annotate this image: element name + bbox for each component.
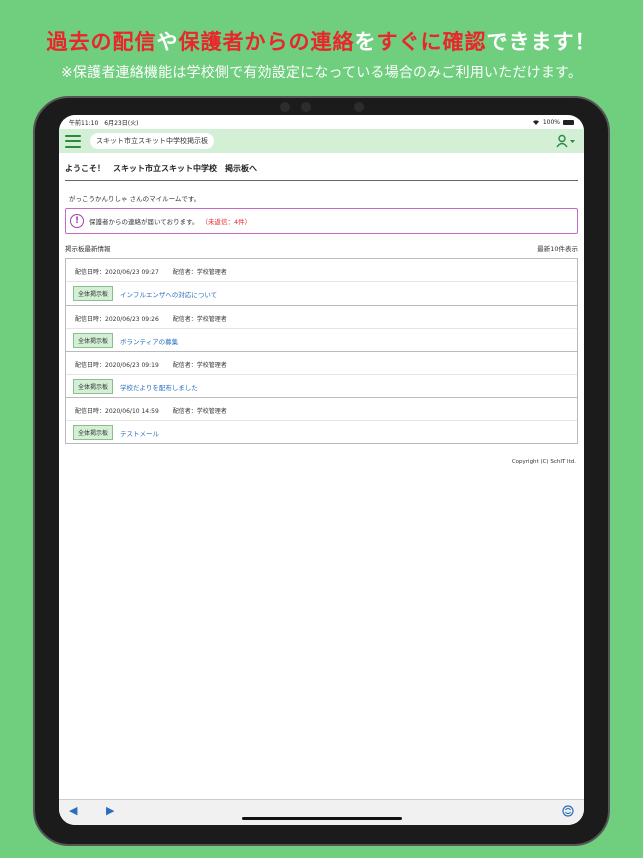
camera-dot xyxy=(301,102,311,112)
app-screen: 午前11:10 6月23日(火) 100% スキット市立スキット中学校掲示板 よ… xyxy=(59,115,584,825)
post-title-link[interactable]: 学校だよりを配布しました xyxy=(120,382,198,392)
battery-icon xyxy=(563,119,574,125)
board-badge: 全体掲示板 xyxy=(73,425,114,440)
post-item: 配信日時：2020/06/23 09:27 配信者：学校管理者 全体掲示板 インフル… xyxy=(66,259,577,305)
post-sender: 配信者：学校管理者 xyxy=(172,269,227,276)
parent-contact-alert[interactable]: ! 保護者からの連絡が届いております。 （未返信：4件） xyxy=(65,208,578,234)
camera-dot xyxy=(280,102,290,112)
board-section-title: 掲示板最新情報 xyxy=(65,245,111,253)
post-datetime: 配信日時：2020/06/10 14:59 xyxy=(75,408,159,415)
promo-part: 保護者からの連絡 xyxy=(178,30,355,54)
menu-icon[interactable] xyxy=(65,134,81,148)
forward-arrow-icon[interactable]: ▶ xyxy=(106,805,114,817)
post-datetime: 配信日時：2020/06/23 09:26 xyxy=(75,316,159,323)
welcome-heading: ようこそ！ スキット市立スキット中学校 掲示板へ xyxy=(65,163,578,181)
home-indicator xyxy=(242,817,402,820)
board-badge: 全体掲示板 xyxy=(73,286,114,301)
post-datetime: 配信日時：2020/06/23 09:19 xyxy=(75,362,159,369)
refresh-icon[interactable] xyxy=(562,805,574,817)
camera-dot xyxy=(354,102,364,112)
post-sender: 配信者：学校管理者 xyxy=(172,362,227,369)
browser-toolbar: ◀ ▶ xyxy=(59,799,584,825)
school-title: スキット市立スキット中学校掲示板 xyxy=(90,133,214,149)
board-count-label: 最新10件表示 xyxy=(537,245,578,253)
greeting-text: がっこうかんりしゃ さんのマイルームです。 xyxy=(69,195,201,203)
status-time: 午前11:10 6月23日(火) xyxy=(69,119,139,127)
promo-headline: 過去の配信や保護者からの連絡をすぐに確認できます！ xyxy=(0,26,643,56)
promo-part: を xyxy=(354,30,377,54)
promo-note: ※保護者連絡機能は学校側で有効設定になっている場合のみご利用いただけます。 xyxy=(60,65,583,81)
board-section-header: 掲示板最新情報 最新10件表示 xyxy=(65,243,578,253)
copyright: Copyright (C) SchIT ltd. xyxy=(511,459,576,465)
tablet-frame: 午前11:10 6月23日(火) 100% スキット市立スキット中学校掲示板 よ… xyxy=(33,96,610,846)
post-item: 配信日時：2020/06/23 09:19 配信者：学校管理者 全体掲示板 学校だよ… xyxy=(66,351,577,397)
status-bar: 午前11:10 6月23日(火) 100% xyxy=(59,115,584,129)
post-sender: 配信者：学校管理者 xyxy=(172,316,227,323)
status-right: 100% xyxy=(532,119,574,126)
post-title-link[interactable]: ボランティアの募集 xyxy=(120,336,178,346)
back-arrow-icon[interactable]: ◀ xyxy=(69,805,77,817)
exclamation-icon: ! xyxy=(70,214,84,228)
unread-count: （未返信：4件） xyxy=(201,218,252,226)
post-item: 配信日時：2020/06/23 09:26 配信者：学校管理者 全体掲示板 ボランテ… xyxy=(66,305,577,351)
post-sender: 配信者：学校管理者 xyxy=(172,408,227,415)
post-item: 配信日時：2020/06/10 14:59 配信者：学校管理者 全体掲示板 テストメ… xyxy=(66,397,577,443)
battery-percent: 100% xyxy=(542,118,560,126)
promo-part: 過去の配信 xyxy=(46,30,157,54)
user-menu-icon[interactable] xyxy=(556,134,576,148)
nav-bar: スキット市立スキット中学校掲示板 xyxy=(59,129,584,153)
board-badge: 全体掲示板 xyxy=(73,379,114,394)
promo-part: できます！ xyxy=(486,30,597,54)
alert-message: 保護者からの連絡が届いております。 xyxy=(89,218,199,226)
post-list: 配信日時：2020/06/23 09:27 配信者：学校管理者 全体掲示板 インフル… xyxy=(65,258,578,444)
promo-part: や xyxy=(156,30,179,54)
post-title-link[interactable]: テストメール xyxy=(120,428,159,438)
board-badge: 全体掲示板 xyxy=(73,333,114,348)
post-title-link[interactable]: インフルエンザへの対応について xyxy=(120,289,217,299)
promo-part: すぐに確認 xyxy=(376,30,487,54)
post-datetime: 配信日時：2020/06/23 09:27 xyxy=(75,269,159,276)
wifi-icon xyxy=(532,120,539,125)
